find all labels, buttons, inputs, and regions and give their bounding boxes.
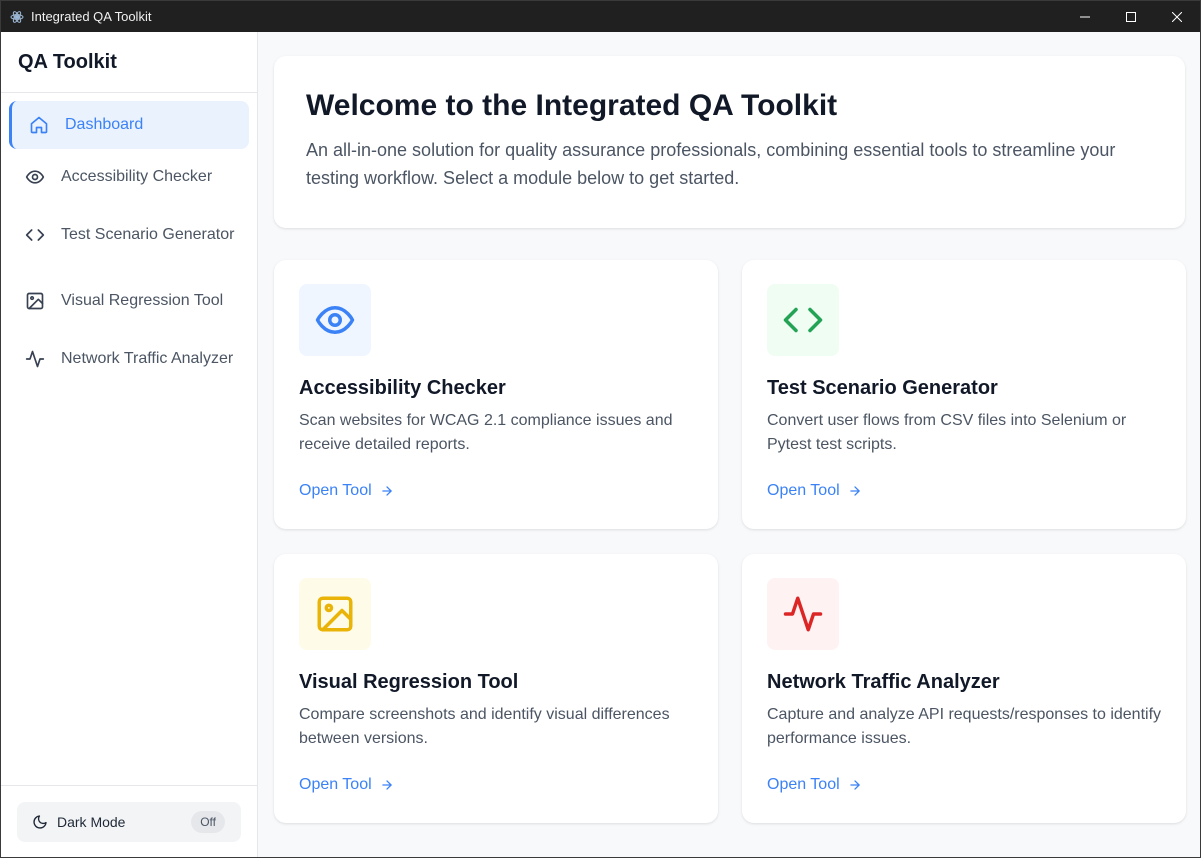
card-description: Scan websites for WCAG 2.1 compliance is… <box>299 412 673 453</box>
sidebar: QA Toolkit Dashboard Accessibility Check… <box>1 32 258 857</box>
card-title: Network Traffic Analyzer <box>767 671 1000 693</box>
arrow-right-icon <box>848 778 862 792</box>
close-button[interactable] <box>1154 1 1200 32</box>
activity-icon <box>783 596 823 632</box>
card-description: Compare screenshots and identify visual … <box>299 706 670 747</box>
sidebar-item-label: Visual Regression Tool <box>61 292 224 309</box>
sidebar-item-label: Test Scenario Generator <box>61 226 235 243</box>
card-icon-container <box>767 578 839 650</box>
open-tool-link[interactable]: Open Tool <box>767 482 862 500</box>
tool-card-visual-regression-tool: Visual Regression Tool Compare screensho… <box>274 554 718 823</box>
tool-card-accessibility-checker: Accessibility Checker Scan websites for … <box>274 260 718 529</box>
activity-icon <box>25 349 45 369</box>
card-icon-container <box>299 578 371 650</box>
main-content: Welcome to the Integrated QA Toolkit An … <box>258 32 1200 857</box>
maximize-icon <box>1126 11 1136 22</box>
brand-title: QA Toolkit <box>1 32 257 93</box>
arrow-right-icon <box>380 484 394 498</box>
sidebar-footer: Dark Mode Off <box>1 785 257 857</box>
card-description: Capture and analyze API requests/respons… <box>767 706 1162 747</box>
title-bar: Integrated QA Toolkit <box>1 1 1200 32</box>
open-tool-link[interactable]: Open Tool <box>299 776 394 794</box>
minimize-button[interactable] <box>1062 1 1108 32</box>
open-tool-link[interactable]: Open Tool <box>299 482 394 500</box>
card-description: Convert user flows from CSV files into S… <box>767 412 1127 453</box>
eye-icon <box>315 306 355 334</box>
tool-card-test-scenario-generator: Test Scenario Generator Convert user flo… <box>742 260 1186 529</box>
open-tool-label: Open Tool <box>299 776 372 793</box>
dark-mode-toggle[interactable]: Dark Mode Off <box>17 802 241 842</box>
code-icon <box>783 307 823 333</box>
page-description: An all-in-one solution for quality assur… <box>306 140 1116 188</box>
close-icon <box>1172 11 1182 22</box>
moon-icon <box>31 813 49 831</box>
app-logo-icon <box>10 10 24 24</box>
open-tool-label: Open Tool <box>767 482 840 499</box>
sidebar-nav: Dashboard Accessibility Checker Test Sce… <box>1 93 257 389</box>
sidebar-item-visual-regression-tool[interactable]: Visual Regression Tool <box>9 277 249 325</box>
sidebar-item-dashboard[interactable]: Dashboard <box>9 101 249 149</box>
sidebar-item-label: Network Traffic Analyzer <box>61 350 234 367</box>
dark-mode-label: Dark Mode <box>57 814 126 830</box>
sidebar-item-accessibility-checker[interactable]: Accessibility Checker <box>9 153 249 201</box>
sidebar-item-test-scenario-generator[interactable]: Test Scenario Generator <box>9 205 249 265</box>
sidebar-item-label: Accessibility Checker <box>61 168 213 185</box>
tool-card-network-traffic-analyzer: Network Traffic Analyzer Capture and ana… <box>742 554 1186 823</box>
open-tool-label: Open Tool <box>767 776 840 793</box>
card-title: Visual Regression Tool <box>299 671 519 693</box>
sidebar-item-label: Dashboard <box>65 116 144 133</box>
maximize-button[interactable] <box>1108 1 1154 32</box>
sidebar-item-network-traffic-analyzer[interactable]: Network Traffic Analyzer <box>9 329 249 389</box>
card-title: Accessibility Checker <box>299 377 506 399</box>
card-title: Test Scenario Generator <box>767 377 998 399</box>
eye-icon <box>25 167 45 187</box>
page-title: Welcome to the Integrated QA Toolkit <box>306 89 838 122</box>
window-title: Integrated QA Toolkit <box>31 9 152 24</box>
minimize-icon <box>1080 16 1090 17</box>
window-controls <box>1062 1 1200 32</box>
arrow-right-icon <box>848 484 862 498</box>
app-window: Integrated QA Toolkit QA Toolkit Dashboa… <box>0 0 1201 858</box>
arrow-right-icon <box>380 778 394 792</box>
dark-mode-state-badge: Off <box>191 811 225 833</box>
image-icon <box>25 291 45 311</box>
card-icon-container <box>767 284 839 356</box>
open-tool-link[interactable]: Open Tool <box>767 776 862 794</box>
code-icon <box>25 225 45 245</box>
welcome-panel: Welcome to the Integrated QA Toolkit An … <box>274 56 1185 228</box>
home-icon <box>29 115 49 135</box>
image-icon <box>317 596 353 632</box>
open-tool-label: Open Tool <box>299 482 372 499</box>
card-icon-container <box>299 284 371 356</box>
